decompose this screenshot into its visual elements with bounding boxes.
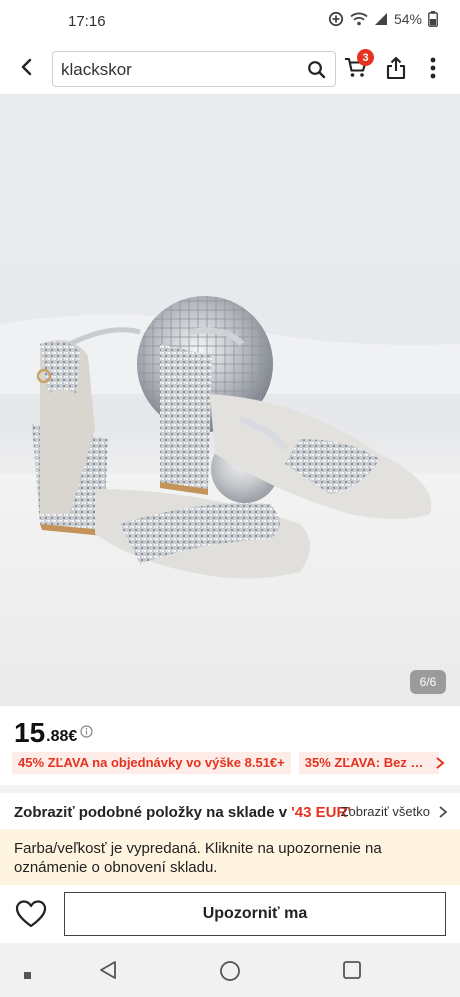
cart-button[interactable]: 3 xyxy=(343,49,374,84)
view-all-link[interactable]: Zobraziť všetko xyxy=(341,804,430,819)
status-bar: 17:16 54% xyxy=(0,0,460,44)
notify-me-button[interactable]: Upozorniť ma xyxy=(64,892,446,936)
wifi-icon xyxy=(350,12,368,26)
coupon-strip[interactable]: 45% ZĽAVA na objednávky vo výške 8.51€+ … xyxy=(12,752,460,776)
similar-items-row[interactable]: Zobraziť podobné položky na sklade v '43… xyxy=(0,793,460,829)
search-input[interactable] xyxy=(61,58,291,82)
battery-icon xyxy=(428,11,438,27)
info-icon[interactable] xyxy=(80,725,93,743)
battery-level: 54% xyxy=(393,11,422,27)
price: 15 .88€ xyxy=(14,714,93,748)
more-options-button[interactable] xyxy=(423,55,443,86)
similar-items-text: Zobraziť podobné položky na sklade v '43… xyxy=(14,804,351,821)
nav-recents-icon[interactable] xyxy=(342,960,362,985)
coupon-tag[interactable]: 45% ZĽAVA na objednávky vo výške 8.51€+ xyxy=(12,752,291,774)
back-arrow-icon xyxy=(17,57,37,82)
image-counter: 6/6 xyxy=(410,670,446,694)
coupon-tag[interactable]: 35% ZĽAVA: Bez minimálnej sumy xyxy=(298,752,439,774)
nav-home-icon[interactable] xyxy=(219,960,241,987)
chevron-right-icon[interactable] xyxy=(438,805,448,824)
heart-icon[interactable] xyxy=(15,899,47,934)
cart-icon xyxy=(343,57,369,84)
share-button[interactable] xyxy=(384,55,408,86)
back-button[interactable] xyxy=(12,54,42,84)
nav-menu-icon[interactable] xyxy=(24,967,32,985)
nav-back-icon[interactable] xyxy=(98,960,118,985)
chevron-right-icon[interactable] xyxy=(434,756,446,775)
status-time: 17:16 xyxy=(68,13,106,30)
bottom-action-bar: Upozorniť ma xyxy=(0,885,460,943)
data-saver-icon xyxy=(328,11,344,27)
signal-icon xyxy=(374,12,388,26)
soldout-notice: Farba/veľkosť je vypredaná. Kliknite na … xyxy=(0,829,460,885)
price-integer: 15 xyxy=(14,717,46,748)
soldout-notice-text: Farba/veľkosť je vypredaná. Kliknite na … xyxy=(14,840,382,876)
more-vert-icon xyxy=(423,57,443,85)
top-app-bar: 3 xyxy=(0,44,460,94)
price-decimal: .88€ xyxy=(46,728,78,745)
section-divider xyxy=(0,785,460,793)
product-photo-illustration xyxy=(0,296,460,579)
search-icon[interactable] xyxy=(307,60,326,84)
search-box[interactable] xyxy=(52,51,336,87)
share-icon xyxy=(384,56,408,85)
cart-count-badge: 3 xyxy=(357,49,374,66)
system-navigation-bar xyxy=(0,943,460,997)
product-image[interactable]: 6/6 xyxy=(0,94,460,706)
